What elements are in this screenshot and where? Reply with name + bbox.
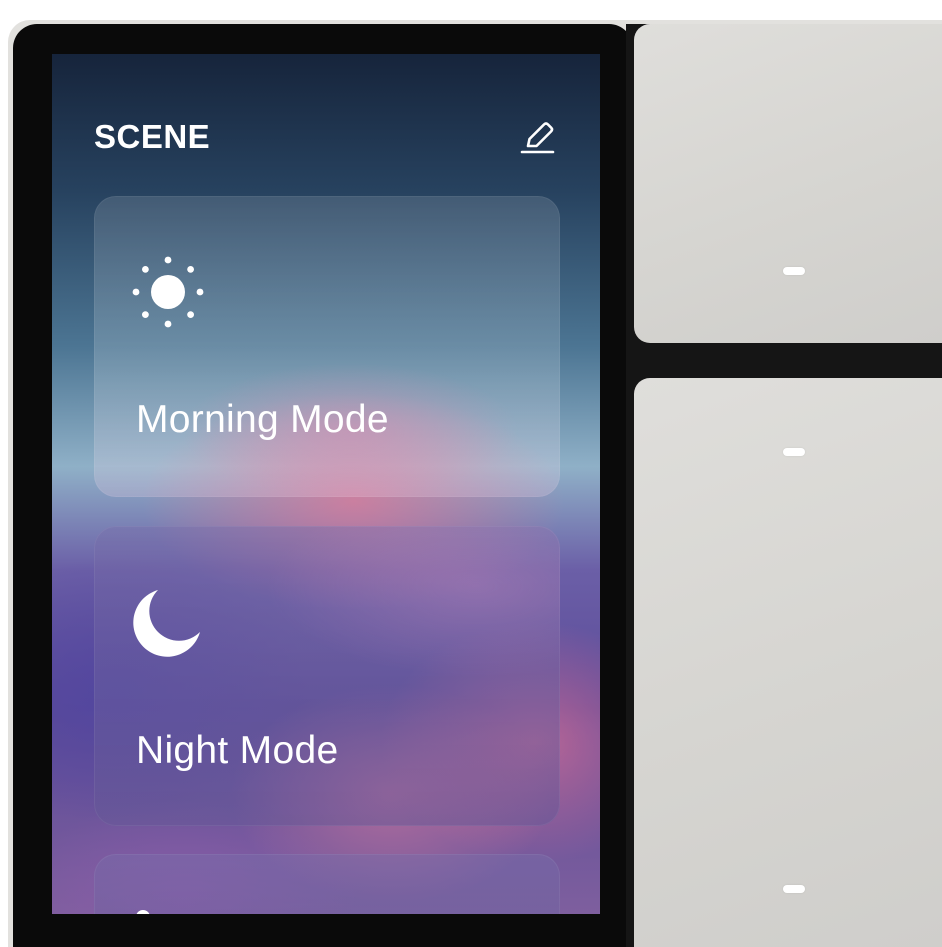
touch-screen: SCENE Morning Mode Night Mode — [52, 54, 600, 914]
scene-title: SCENE — [94, 118, 211, 155]
scene-label-morning-mode: Morning Mode — [136, 398, 389, 441]
scene-label-night-mode: Night Mode — [136, 729, 339, 772]
indicator-light — [783, 448, 805, 456]
scene-card-morning-mode[interactable]: Morning Mode — [94, 196, 560, 497]
sun-icon — [132, 256, 204, 328]
partial-icon — [136, 910, 150, 914]
edit-button[interactable] — [518, 118, 558, 158]
indicator-light — [783, 885, 805, 893]
bottom-switch-button[interactable] — [634, 378, 942, 947]
indicator-light — [783, 267, 805, 275]
scene-card-partial[interactable] — [94, 854, 560, 914]
pencil-edit-icon — [520, 122, 555, 154]
top-switch-button[interactable] — [634, 24, 942, 343]
scene-card-night-mode[interactable]: Night Mode — [94, 526, 560, 826]
moon-icon — [133, 590, 200, 657]
